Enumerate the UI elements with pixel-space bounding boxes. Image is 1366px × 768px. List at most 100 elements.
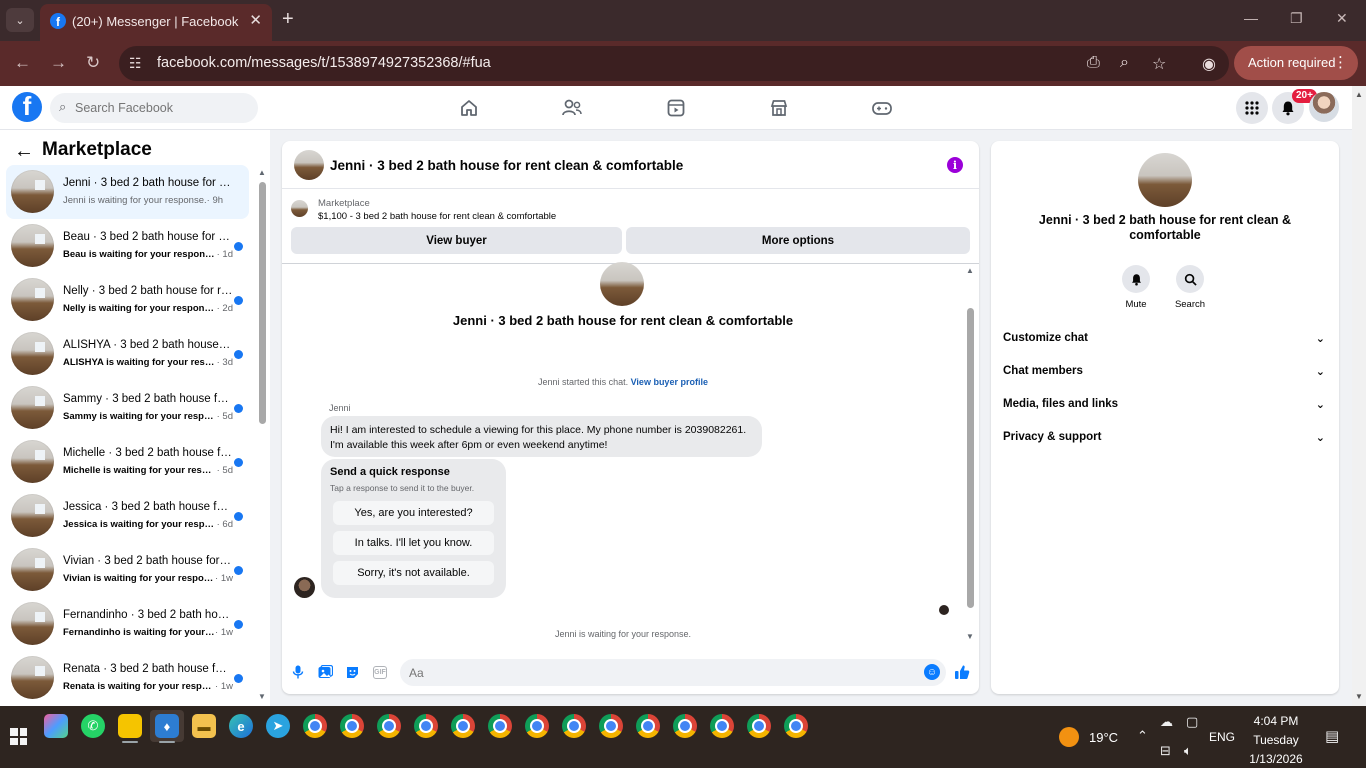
microphone-icon[interactable]: [289, 663, 307, 681]
onedrive-cloud-icon[interactable]: ☁: [1160, 714, 1173, 730]
gaming-icon[interactable]: [870, 96, 894, 120]
conversation-item[interactable]: Sammy · 3 bed 2 bath house for rent clea…: [6, 381, 249, 435]
conversation-item[interactable]: Jessica · 3 bed 2 bath house for rent cl…: [6, 489, 249, 543]
new-tab-plus-icon[interactable]: +: [282, 9, 294, 29]
message-input[interactable]: [400, 659, 946, 686]
scroll-down-arrow-icon[interactable]: ▼: [1355, 692, 1363, 701]
conversation-item[interactable]: Renata · 3 bed 2 bath house for rent cle…: [6, 651, 249, 705]
chat-title[interactable]: Jenni · 3 bed 2 bath house for rent clea…: [330, 158, 683, 173]
close-tab-icon[interactable]: ✕: [249, 11, 262, 29]
conversation-item[interactable]: Michelle · 3 bed 2 bath house for rent c…: [6, 435, 249, 489]
volume-speaker-icon[interactable]: 🔈︎: [1184, 743, 1192, 759]
photo-gallery-icon[interactable]: [316, 663, 334, 681]
meet-now-icon[interactable]: ▢: [1186, 714, 1198, 730]
profile-icon[interactable]: ◉: [1202, 54, 1216, 74]
edge-browser-icon[interactable]: e: [229, 714, 253, 738]
back-arrow-icon[interactable]: ←: [14, 140, 34, 163]
input-language[interactable]: ENG: [1209, 730, 1235, 744]
thumbs-up-icon[interactable]: [953, 663, 971, 681]
quick-response-button[interactable]: Yes, are you interested?: [333, 501, 494, 525]
conversation-item[interactable]: Fernandinho · 3 bed 2 bath house for ren…: [6, 597, 249, 651]
conversation-item[interactable]: Jenni · 3 bed 2 bath house for rent clea…: [6, 165, 249, 219]
back-arrow-icon[interactable]: ←: [14, 53, 31, 73]
chrome-icon[interactable]: [599, 714, 623, 738]
info-icon[interactable]: i: [947, 157, 963, 173]
copilot-icon[interactable]: [44, 714, 68, 738]
whatsapp-icon[interactable]: ✆: [81, 714, 105, 738]
scrollbar-thumb[interactable]: [259, 182, 266, 424]
chrome-icon[interactable]: [525, 714, 549, 738]
browser-menu-icon[interactable]: ⋮: [1333, 53, 1348, 71]
search-icon[interactable]: [1176, 265, 1204, 293]
mute-bell-icon[interactable]: [1122, 265, 1150, 293]
reload-icon[interactable]: ↻: [86, 53, 100, 73]
page-scrollbar[interactable]: ▲ ▼: [1352, 86, 1366, 706]
privacy-support-row[interactable]: Privacy & support ⌄: [1003, 426, 1329, 448]
chat-members-row[interactable]: Chat members ⌄: [1003, 360, 1329, 382]
menu-grid-icon[interactable]: [1236, 92, 1268, 124]
facebook-search[interactable]: ⌕: [50, 93, 258, 123]
chrome-icon[interactable]: [562, 714, 586, 738]
notification-center-icon[interactable]: ▤: [1325, 727, 1339, 745]
sticker-icon[interactable]: [343, 663, 361, 681]
scrollbar-thumb[interactable]: [967, 308, 974, 608]
view-buyer-profile-link[interactable]: View buyer profile: [631, 377, 708, 387]
friends-icon[interactable]: [560, 96, 584, 120]
chrome-icon[interactable]: [303, 714, 327, 738]
quick-response-button[interactable]: Sorry, it's not available.: [333, 561, 494, 585]
chrome-icon[interactable]: [377, 714, 401, 738]
tab-search-chevron-icon[interactable]: ⌄: [6, 8, 34, 32]
chrome-icon[interactable]: [340, 714, 364, 738]
sticky-notes-icon[interactable]: [118, 714, 142, 743]
search-action[interactable]: Search: [1165, 265, 1215, 310]
video-icon[interactable]: [664, 96, 688, 120]
chrome-icon[interactable]: [710, 714, 734, 738]
chat-avatar[interactable]: [294, 150, 324, 180]
chrome-icon[interactable]: [747, 714, 771, 738]
mute-action[interactable]: Mute: [1111, 265, 1161, 310]
browser-tab[interactable]: f (20+) Messenger | Facebook ✕: [40, 4, 272, 41]
marketplace-icon[interactable]: [767, 96, 791, 120]
minimize-window-icon[interactable]: —: [1244, 10, 1258, 26]
taskbar-clock[interactable]: 4:04 PM Tuesday 1/13/2026: [1244, 712, 1308, 768]
more-options-button[interactable]: More options: [626, 227, 970, 254]
restore-window-icon[interactable]: ❐: [1290, 10, 1303, 27]
action-required-button[interactable]: Action required ⋮: [1234, 46, 1358, 80]
bookmark-star-icon[interactable]: ☆: [1152, 54, 1166, 74]
scroll-down-arrow-icon[interactable]: ▼: [258, 692, 266, 701]
chrome-icon[interactable]: [488, 714, 512, 738]
site-info-icon[interactable]: ☷: [129, 55, 142, 72]
listing-title[interactable]: $1,100 - 3 bed 2 bath house for rent cle…: [318, 211, 556, 222]
chat-scrollbar[interactable]: ▲ ▼: [964, 264, 978, 646]
chrome-icon[interactable]: [636, 714, 660, 738]
scroll-up-arrow-icon[interactable]: ▲: [966, 266, 974, 275]
windows-start-icon[interactable]: [10, 728, 27, 745]
conversation-item[interactable]: ALISHYA · 3 bed 2 bath house for rent cl…: [6, 327, 249, 381]
quick-response-button[interactable]: In talks. I'll let you know.: [333, 531, 494, 555]
customize-chat-row[interactable]: Customize chat ⌄: [1003, 327, 1329, 349]
chrome-icon[interactable]: [673, 714, 697, 738]
network-icon[interactable]: ⊟: [1160, 743, 1171, 759]
install-app-icon[interactable]: ⎙: [1087, 54, 1100, 72]
conversation-item[interactable]: Vivian · 3 bed 2 bath house for rent cle…: [6, 543, 249, 597]
listing-thumbnail[interactable]: [291, 200, 308, 217]
conversation-list-scrollbar[interactable]: ▲ ▼: [256, 166, 270, 706]
file-explorer-icon[interactable]: ▬: [192, 714, 216, 738]
home-icon[interactable]: [457, 96, 481, 120]
profile-avatar[interactable]: [1309, 92, 1339, 122]
gif-icon[interactable]: GIF: [373, 666, 387, 679]
facebook-logo[interactable]: f: [12, 92, 42, 122]
sender-avatar[interactable]: [294, 577, 315, 598]
chat-center-avatar[interactable]: [600, 262, 644, 306]
facebook-search-input[interactable]: [75, 93, 250, 123]
forward-arrow-icon[interactable]: →: [50, 53, 67, 73]
scroll-down-arrow-icon[interactable]: ▼: [966, 632, 974, 641]
info-avatar[interactable]: [1138, 153, 1192, 207]
show-hidden-icons-chevron-icon[interactable]: ⌃: [1137, 728, 1148, 744]
chrome-icon[interactable]: [414, 714, 438, 738]
weather-sun-icon[interactable]: [1059, 727, 1079, 747]
address-url[interactable]: facebook.com/messages/t/1538974927352368…: [157, 55, 491, 71]
settings-app-icon[interactable]: ♦: [155, 714, 179, 743]
zoom-icon[interactable]: ⌕: [1120, 54, 1129, 72]
address-bar[interactable]: ☷ facebook.com/messages/t/15389749273523…: [119, 46, 1229, 81]
